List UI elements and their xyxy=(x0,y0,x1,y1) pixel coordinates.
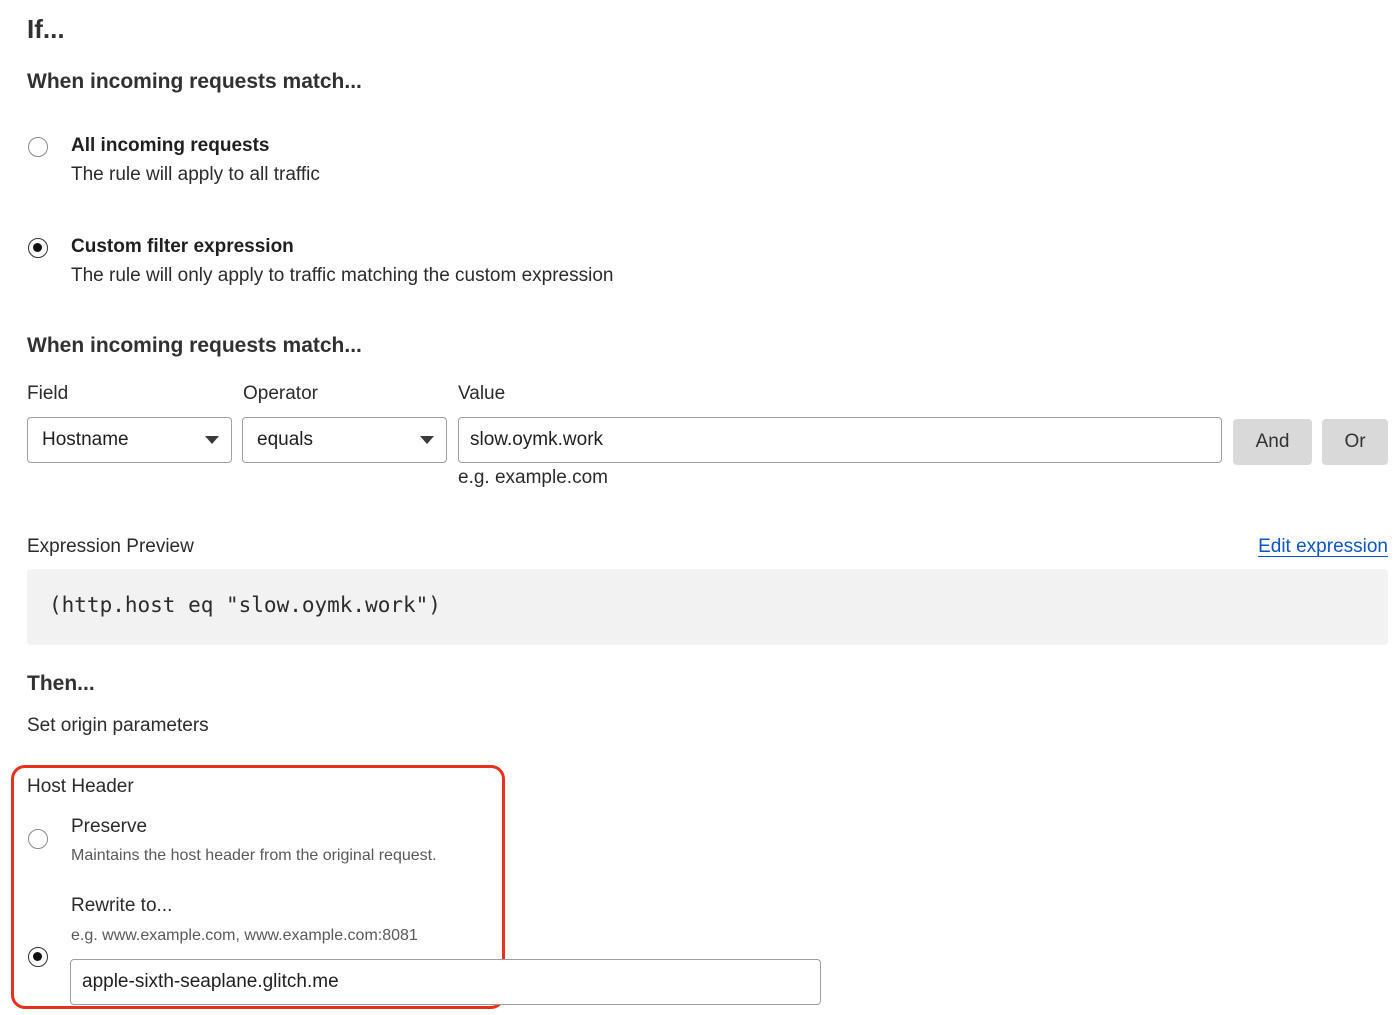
value-label: Value xyxy=(458,383,506,404)
field-select[interactable]: Hostname xyxy=(27,417,232,463)
preserve-radio[interactable] xyxy=(28,829,48,849)
expression-preview-text: (http.host eq "slow.oymk.work") xyxy=(49,593,441,617)
value-input-text: slow.oymk.work xyxy=(470,429,604,450)
custom-filter-description: The rule will only apply to traffic matc… xyxy=(71,265,614,286)
preserve-description: Maintains the host header from the origi… xyxy=(71,847,437,864)
value-hint: e.g. example.com xyxy=(458,467,608,488)
operator-select[interactable]: equals xyxy=(242,417,447,463)
and-button[interactable]: And xyxy=(1233,419,1312,465)
chevron-down-icon xyxy=(420,436,434,444)
all-requests-radio[interactable] xyxy=(28,137,48,157)
expression-heading: When incoming requests match... xyxy=(27,334,362,357)
match-heading: When incoming requests match... xyxy=(27,70,362,93)
expression-preview-box: (http.host eq "slow.oymk.work") xyxy=(27,569,1388,645)
value-input[interactable]: slow.oymk.work xyxy=(458,417,1222,463)
edit-expression-link[interactable]: Edit expression xyxy=(1258,536,1388,558)
rewrite-input-text: apple-sixth-seaplane.glitch.me xyxy=(82,971,339,992)
or-button[interactable]: Or xyxy=(1322,419,1388,465)
chevron-down-icon xyxy=(205,436,219,444)
all-requests-title: All incoming requests xyxy=(71,135,270,156)
rewrite-hint: e.g. www.example.com, www.example.com:80… xyxy=(71,927,418,944)
rewrite-input[interactable]: apple-sixth-seaplane.glitch.me xyxy=(70,959,821,1005)
field-select-value: Hostname xyxy=(42,429,129,450)
then-heading: Then... xyxy=(27,672,95,695)
custom-filter-title: Custom filter expression xyxy=(71,236,294,257)
operator-select-value: equals xyxy=(257,429,313,450)
custom-filter-radio[interactable] xyxy=(28,238,48,258)
origin-parameters-label: Set origin parameters xyxy=(27,715,209,736)
host-header-label: Host Header xyxy=(27,776,134,797)
field-label: Field xyxy=(27,383,69,404)
rewrite-title: Rewrite to... xyxy=(71,895,173,916)
rewrite-radio[interactable] xyxy=(28,947,48,967)
expression-preview-label: Expression Preview xyxy=(27,536,194,557)
all-requests-description: The rule will apply to all traffic xyxy=(71,164,320,185)
preserve-title: Preserve xyxy=(71,816,148,837)
if-heading: If... xyxy=(27,14,65,44)
operator-label: Operator xyxy=(243,383,318,404)
